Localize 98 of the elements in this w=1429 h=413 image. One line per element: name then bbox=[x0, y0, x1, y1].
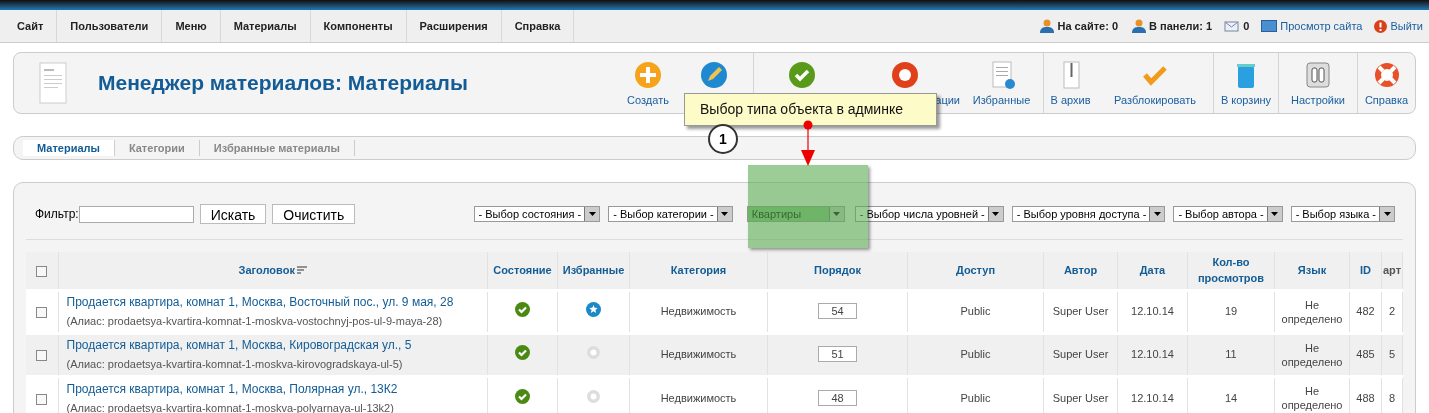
checkbox[interactable] bbox=[36, 265, 48, 277]
column-header[interactable]: Порядок bbox=[814, 262, 861, 279]
plus-icon bbox=[634, 61, 662, 89]
column-header[interactable]: Состояние bbox=[493, 262, 552, 279]
users-icon bbox=[1038, 19, 1055, 33]
order-field[interactable]: 48 bbox=[818, 390, 857, 406]
dropdown[interactable]: - Выбор числа уровней - bbox=[854, 206, 1004, 222]
column-header[interactable]: Язык bbox=[1297, 262, 1327, 279]
pointer-arrow bbox=[801, 120, 815, 166]
clear-button[interactable]: Очистить bbox=[272, 204, 356, 224]
dropdown[interactable]: - Выбор автора - bbox=[1173, 206, 1283, 222]
document-icon bbox=[38, 61, 68, 105]
alias-text: (Алиас: prodaetsya-kvartira-komnat-1-moskva-kirovogradskaya-ul-5) bbox=[66, 357, 404, 373]
column-header[interactable]: Кол-во просмотров bbox=[1188, 253, 1274, 287]
check-icon bbox=[788, 61, 816, 89]
toolbar-button[interactable]: Настройки bbox=[1278, 53, 1357, 113]
table-cell: 488 bbox=[1356, 392, 1375, 404]
article-link[interactable]: Продается квартира, комнат 1, Москва, Полярная ул., 13К2 bbox=[66, 380, 487, 398]
pencil-icon bbox=[699, 61, 728, 89]
toolbar-button[interactable]: В корзину bbox=[1213, 53, 1278, 113]
menu-item[interactable]: Материалы bbox=[220, 10, 311, 42]
table-cell: 11 bbox=[1225, 348, 1237, 361]
column-header[interactable]: Автор bbox=[1063, 262, 1098, 279]
lifebuoy-icon bbox=[1372, 61, 1401, 89]
status-text: На сайте: 0 bbox=[1057, 18, 1119, 34]
menu-item[interactable]: Справка bbox=[501, 10, 575, 42]
order-field[interactable]: 51 bbox=[818, 346, 857, 363]
status-text: 0 bbox=[1243, 18, 1250, 34]
column-header[interactable]: ID bbox=[1360, 262, 1371, 279]
published-check-icon[interactable] bbox=[515, 388, 530, 404]
dropdown[interactable]: - Выбор состояния - bbox=[473, 206, 601, 222]
table-cell: Public bbox=[960, 305, 991, 318]
table-cell: 12.10.14 bbox=[1131, 305, 1174, 318]
table-cell: Не определено bbox=[1281, 341, 1343, 368]
table-cell: 14 bbox=[1224, 392, 1238, 404]
table-cell: 8 bbox=[1388, 392, 1396, 404]
stop-icon bbox=[891, 61, 919, 89]
callout-tooltip: Выбор типа объекта в админке bbox=[684, 93, 937, 126]
table-cell: Super User bbox=[1052, 392, 1109, 404]
table-cell: Недвижимость bbox=[660, 392, 737, 404]
checkbox[interactable] bbox=[36, 306, 48, 318]
order-field[interactable]: 54 bbox=[818, 303, 857, 320]
column-header[interactable]: Доступ bbox=[955, 262, 996, 279]
status-link[interactable]: Выйти bbox=[1390, 17, 1423, 35]
table-cell: 5 bbox=[1388, 348, 1396, 361]
column-header[interactable]: Заголовок bbox=[238, 262, 307, 279]
toolbar-button[interactable]: Создать bbox=[622, 53, 674, 113]
table-cell: Super User bbox=[1052, 348, 1109, 361]
monitor-icon bbox=[1261, 20, 1278, 32]
dropdown[interactable]: - Выбор уровня доступа - bbox=[1011, 206, 1166, 222]
table-cell: Super User bbox=[1052, 305, 1109, 318]
status-text: В панели: 1 bbox=[1149, 18, 1213, 34]
toolbar-button[interactable]: В архив bbox=[1043, 53, 1097, 113]
menu-item[interactable]: Меню bbox=[162, 10, 221, 42]
table-cell: 485 bbox=[1356, 348, 1375, 361]
table-cell: Public bbox=[960, 348, 991, 361]
table-cell: Не определено bbox=[1281, 298, 1343, 325]
column-header[interactable]: арт bbox=[1382, 262, 1402, 279]
menu-item[interactable]: Сайт bbox=[4, 10, 58, 42]
toolbar-button[interactable]: Справка bbox=[1357, 53, 1415, 113]
table-cell: Недвижимость bbox=[660, 305, 737, 318]
table-cell: 12.10.14 bbox=[1131, 348, 1174, 361]
filter-label: Фильтр: bbox=[35, 206, 79, 223]
dropdown[interactable]: - Выбор категории - bbox=[608, 206, 733, 222]
dropdown[interactable]: - Выбор языка - bbox=[1290, 206, 1395, 222]
article-link[interactable]: Продается квартира, комнат 1, Москва, Кировоградская ул., 5 bbox=[66, 336, 487, 355]
tab[interactable]: Материалы bbox=[23, 140, 115, 156]
checkbox[interactable] bbox=[36, 393, 48, 405]
table-cell: Public bbox=[960, 392, 991, 404]
toolbar-button[interactable]: Разблокировать bbox=[1097, 53, 1213, 113]
envelope-icon bbox=[1224, 19, 1241, 33]
menu-item[interactable]: Расширения bbox=[406, 10, 502, 42]
status-link[interactable]: Просмотр сайта bbox=[1280, 17, 1363, 35]
sort-icon bbox=[296, 266, 307, 275]
column-header[interactable]: Дата bbox=[1139, 262, 1166, 279]
menu-item[interactable]: Пользователи bbox=[57, 10, 163, 42]
published-check-icon[interactable] bbox=[515, 344, 530, 360]
users-icon bbox=[1130, 19, 1147, 33]
table-cell: Недвижимость bbox=[660, 348, 737, 361]
table-cell: 19 bbox=[1224, 305, 1238, 318]
alias-text: (Алиас: prodaetsya-kvartira-komnat-1-moskva-vostochnyj-pos-ul-9-maya-28) bbox=[66, 314, 444, 330]
page-title: Менеджер материалов: Материалы bbox=[98, 70, 468, 97]
checkbox[interactable] bbox=[36, 349, 48, 361]
tab[interactable]: Избранные материалы bbox=[199, 140, 355, 156]
toggle-switch-icon bbox=[1304, 61, 1332, 89]
column-header[interactable]: Избранные bbox=[562, 262, 625, 279]
toolbar-button[interactable]: Избранные bbox=[960, 53, 1043, 113]
published-check-icon[interactable] bbox=[515, 301, 530, 317]
search-button[interactable]: Искать bbox=[199, 204, 267, 224]
table-cell: 2 bbox=[1388, 305, 1396, 318]
logout-icon bbox=[1374, 19, 1388, 33]
filter-input[interactable] bbox=[78, 205, 194, 223]
table-cell: 482 bbox=[1356, 305, 1375, 318]
menu-item[interactable]: Компоненты bbox=[310, 10, 407, 42]
column-header[interactable]: Категория bbox=[670, 262, 727, 279]
article-link[interactable]: Продается квартира, комнат 1, Москва, Восточный пос., ул. 9 мая, 28 bbox=[66, 293, 487, 312]
table-cell: Не определено bbox=[1281, 385, 1343, 412]
table-cell: 12.10.14 bbox=[1131, 392, 1174, 404]
